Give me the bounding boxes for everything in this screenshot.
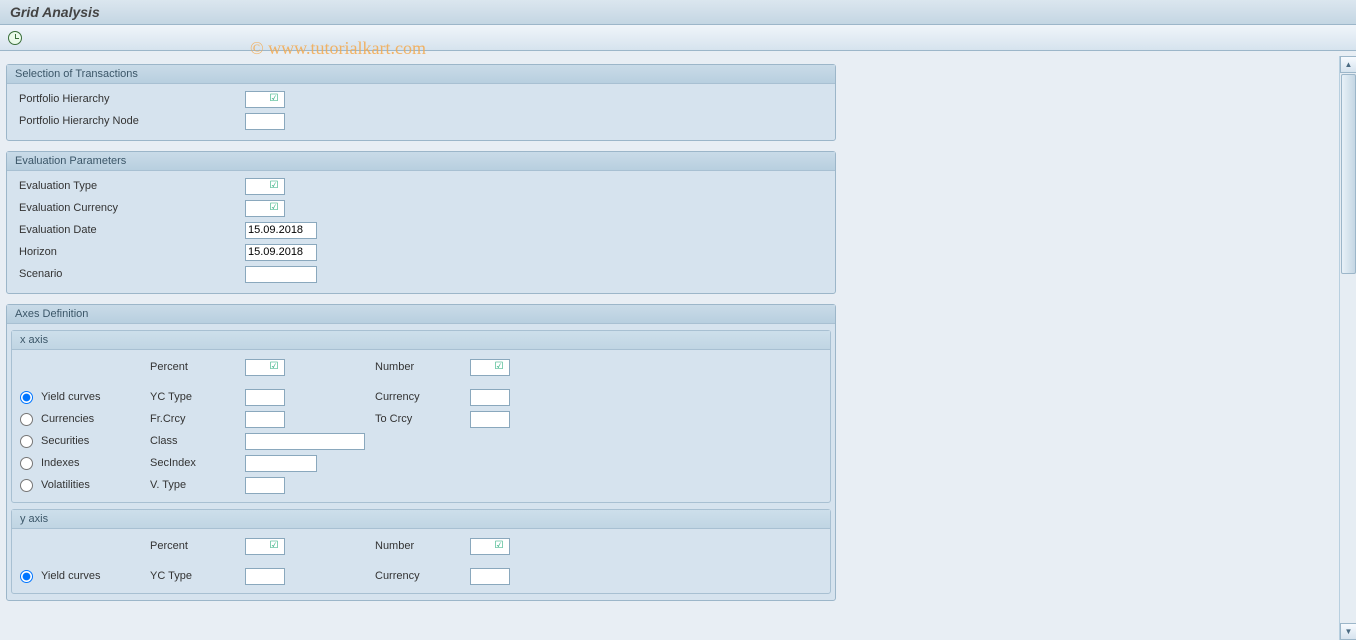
label-evaluation-type: Evaluation Type <box>15 180 245 192</box>
content-area: Selection of Transactions Portfolio Hier… <box>0 56 1338 640</box>
label-x-v-type: V. Type <box>150 479 245 491</box>
subgroup-title-x-axis: x axis <box>12 331 830 350</box>
toolbar <box>0 25 1356 51</box>
group-selection-transactions: Selection of Transactions Portfolio Hier… <box>6 64 836 141</box>
input-evaluation-date[interactable] <box>245 222 317 239</box>
input-y-yc-type[interactable] <box>245 568 285 585</box>
label-x-number: Number <box>375 361 470 373</box>
radio-x-indexes[interactable] <box>20 457 33 470</box>
radio-x-securities[interactable] <box>20 435 33 448</box>
label-y-yield-curves: Yield curves <box>41 570 101 582</box>
input-y-number[interactable] <box>470 538 510 555</box>
input-x-number[interactable] <box>470 359 510 376</box>
label-y-number: Number <box>375 540 470 552</box>
radio-x-currencies[interactable] <box>20 413 33 426</box>
label-x-fr-crcy: Fr.Crcy <box>150 413 245 425</box>
input-x-secindex[interactable] <box>245 455 317 472</box>
label-horizon: Horizon <box>15 246 245 258</box>
input-evaluation-currency[interactable] <box>245 200 285 217</box>
group-evaluation-parameters: Evaluation Parameters Evaluation Type ☑ … <box>6 151 836 294</box>
subgroup-x-axis: x axis Percent ☑ Number <box>11 330 831 503</box>
input-x-currency[interactable] <box>470 389 510 406</box>
input-scenario[interactable] <box>245 266 317 283</box>
label-y-yc-type: YC Type <box>150 570 245 582</box>
label-x-percent: Percent <box>150 361 245 373</box>
label-scenario: Scenario <box>15 268 245 280</box>
label-x-yield-curves: Yield curves <box>41 391 101 403</box>
label-portfolio-hierarchy-node: Portfolio Hierarchy Node <box>15 115 245 127</box>
vertical-scrollbar[interactable]: ▲ ▼ <box>1339 56 1356 640</box>
input-evaluation-type[interactable] <box>245 178 285 195</box>
input-x-v-type[interactable] <box>245 477 285 494</box>
input-x-class[interactable] <box>245 433 365 450</box>
group-title-selection: Selection of Transactions <box>7 65 835 84</box>
page-title: Grid Analysis <box>0 0 1356 25</box>
label-x-to-crcy: To Crcy <box>375 413 470 425</box>
label-x-yc-type: YC Type <box>150 391 245 403</box>
subgroup-title-y-axis: y axis <box>12 510 830 529</box>
label-y-currency: Currency <box>375 570 470 582</box>
label-x-secindex: SecIndex <box>150 457 245 469</box>
scroll-thumb[interactable] <box>1341 74 1356 274</box>
radio-y-yield-curves[interactable] <box>20 570 33 583</box>
scroll-up-button[interactable]: ▲ <box>1340 56 1356 73</box>
scroll-down-button[interactable]: ▼ <box>1340 623 1356 640</box>
label-evaluation-currency: Evaluation Currency <box>15 202 245 214</box>
input-x-fr-crcy[interactable] <box>245 411 285 428</box>
input-x-yc-type[interactable] <box>245 389 285 406</box>
execute-icon[interactable] <box>8 31 22 45</box>
subgroup-y-axis: y axis Percent ☑ Number <box>11 509 831 594</box>
label-x-currency: Currency <box>375 391 470 403</box>
label-x-currencies-opt: Currencies <box>41 413 94 425</box>
input-portfolio-hierarchy[interactable] <box>245 91 285 108</box>
input-horizon[interactable] <box>245 244 317 261</box>
label-x-indexes-opt: Indexes <box>41 457 80 469</box>
label-x-volatilities-opt: Volatilities <box>41 479 90 491</box>
input-portfolio-hierarchy-node[interactable] <box>245 113 285 130</box>
input-y-currency[interactable] <box>470 568 510 585</box>
group-title-evaluation: Evaluation Parameters <box>7 152 835 171</box>
label-y-percent: Percent <box>150 540 245 552</box>
label-portfolio-hierarchy: Portfolio Hierarchy <box>15 93 245 105</box>
group-axes-definition: Axes Definition x axis Percent ☑ Number <box>6 304 836 601</box>
label-x-securities-opt: Securities <box>41 435 89 447</box>
radio-x-yield-curves[interactable] <box>20 391 33 404</box>
radio-x-volatilities[interactable] <box>20 479 33 492</box>
input-x-percent[interactable] <box>245 359 285 376</box>
input-x-to-crcy[interactable] <box>470 411 510 428</box>
group-title-axes: Axes Definition <box>7 305 835 324</box>
label-evaluation-date: Evaluation Date <box>15 224 245 236</box>
input-y-percent[interactable] <box>245 538 285 555</box>
label-x-class: Class <box>150 435 245 447</box>
